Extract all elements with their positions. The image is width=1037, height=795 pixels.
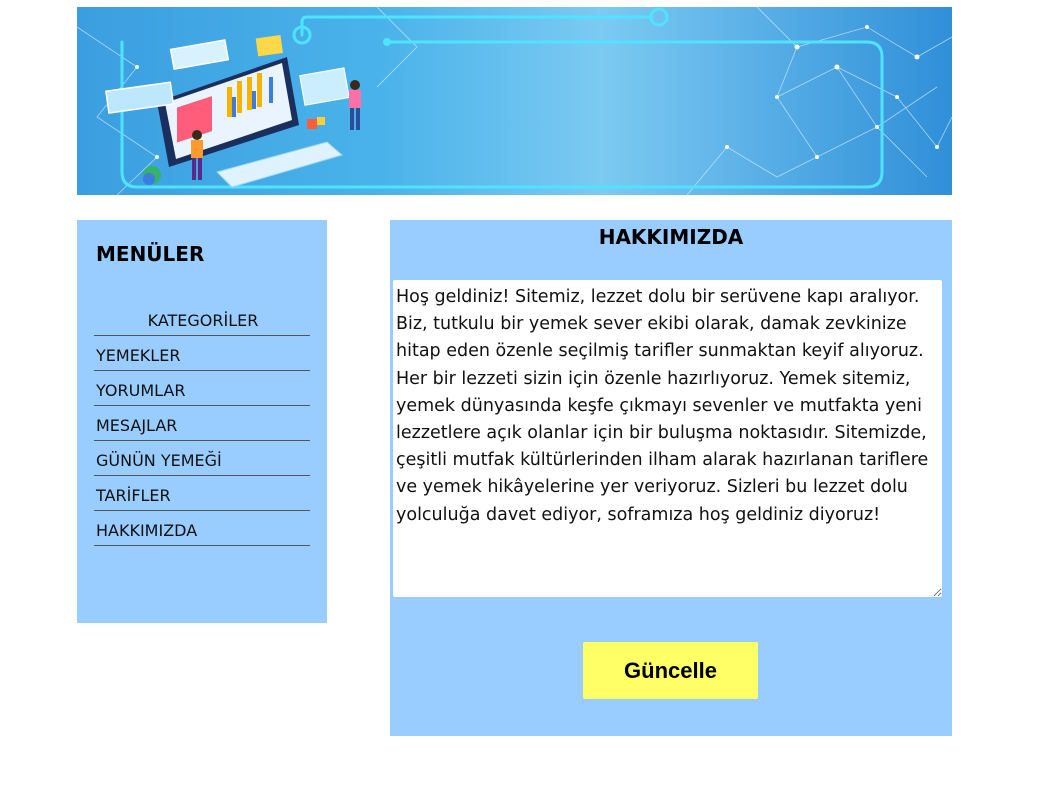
menu-item-gunun-yemegi[interactable]: GÜNÜN YEMEĞİ — [94, 441, 310, 476]
menu-item-mesajlar[interactable]: MESAJLAR — [94, 406, 310, 441]
menu-item-yemekler[interactable]: YEMEKLER — [94, 336, 310, 371]
update-button[interactable]: Güncelle — [583, 642, 758, 699]
header-banner — [77, 7, 952, 195]
about-textarea[interactable]: Hoş geldiniz! Sitemiz, lezzet dolu bir s… — [393, 280, 942, 597]
page-title: HAKKIMIZDA — [598, 225, 744, 249]
sidebar-menu: KATEGORİLER YEMEKLER YORUMLAR MESAJLAR G… — [94, 306, 310, 546]
menu-item-tarifler[interactable]: TARİFLER — [94, 476, 310, 511]
menu-item-kategoriler[interactable]: KATEGORİLER — [94, 306, 310, 336]
menu-item-hakkimizda[interactable]: HAKKIMIZDA — [94, 511, 310, 546]
menu-item-yorumlar[interactable]: YORUMLAR — [94, 371, 310, 406]
sidebar: MENÜLER KATEGORİLER YEMEKLER YORUMLAR ME… — [77, 220, 327, 623]
about-panel: HAKKIMIZDA Hoş geldiniz! Sitemiz, lezzet… — [390, 220, 952, 736]
banner-illustration — [77, 7, 952, 195]
sidebar-title: MENÜLER — [96, 242, 205, 266]
